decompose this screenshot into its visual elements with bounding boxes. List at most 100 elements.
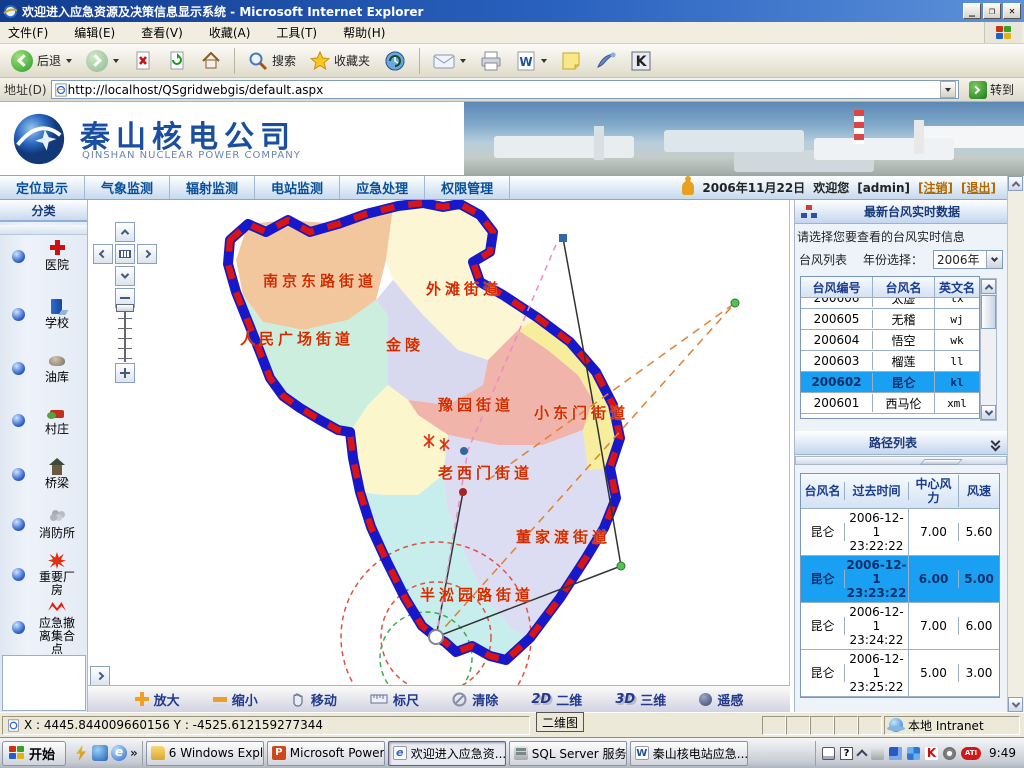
edit-dropdown-icon[interactable] <box>541 59 547 63</box>
menu-edit[interactable]: 编辑(E) <box>74 24 115 41</box>
exit-link[interactable]: [退出] <box>961 179 996 196</box>
menu-file[interactable]: 文件(F) <box>8 24 48 41</box>
tab-permission-mgmt[interactable]: 权限管理 <box>425 176 510 199</box>
typhoon-row[interactable]: 200606太虚tx <box>801 298 979 309</box>
tray-sql-icon[interactable] <box>871 747 884 760</box>
district-map[interactable] <box>88 200 790 685</box>
task-sql-server[interactable]: SQL Server 服务... <box>509 741 627 766</box>
logout-link[interactable]: [注销] <box>918 179 953 196</box>
refresh-button[interactable] <box>162 49 192 73</box>
scroll-thumb[interactable] <box>981 295 996 329</box>
home-button[interactable] <box>196 49 226 73</box>
quicklaunch-overflow-icon[interactable]: » <box>130 746 138 760</box>
go-button[interactable]: 转到 <box>963 80 1020 100</box>
sidebar-item-hospital[interactable]: 医院 <box>0 240 88 272</box>
tab-radiation-monitor[interactable]: 辐射监测 <box>170 176 255 199</box>
map-remote-sensing-tool[interactable]: 遥感 <box>699 690 743 709</box>
typhoon-row[interactable]: 200603榴莲ll <box>801 351 979 372</box>
map-3d-tool[interactable]: 3D三维 <box>615 690 666 709</box>
tab-location-display[interactable]: 定位显示 <box>0 176 85 199</box>
year-select[interactable]: 2006年 <box>933 250 1003 269</box>
tray-grid-icon[interactable] <box>907 747 920 760</box>
menu-tools[interactable]: 工具(T) <box>276 24 317 41</box>
history-button[interactable] <box>379 48 411 74</box>
keyboard-layout-icon[interactable] <box>822 747 835 760</box>
tray-ring-icon[interactable] <box>943 747 956 760</box>
map-zoom-out-tool[interactable]: 缩小 <box>213 690 258 709</box>
restore-button[interactable]: ❐ <box>983 3 1001 19</box>
stop-button[interactable] <box>128 49 158 73</box>
forward-dropdown-icon[interactable] <box>113 59 119 63</box>
forward-button[interactable] <box>81 48 124 74</box>
mail-button[interactable] <box>428 50 471 72</box>
tray-expand-icon[interactable] <box>856 749 867 760</box>
path-row[interactable]: 昆仑2006-12-1 23:24:227.006.00 <box>801 603 999 650</box>
search-button[interactable]: 搜索 <box>243 49 301 73</box>
favorites-button[interactable]: 收藏夹 <box>305 49 375 73</box>
print-button[interactable] <box>475 49 507 73</box>
pan-left-button[interactable] <box>93 244 113 264</box>
collapse-chevron-icon[interactable] <box>991 438 999 448</box>
sidebar-item-bridge[interactable]: 桥梁 <box>0 458 88 490</box>
menu-favorites[interactable]: 收藏(A) <box>209 24 251 41</box>
map-2d-tool[interactable]: 2D二维 <box>531 690 582 709</box>
map-clear-tool[interactable]: 清除 <box>452 690 498 709</box>
sidebar-item-school[interactable]: 学校 <box>0 298 88 330</box>
page-scrollbar[interactable] <box>1007 176 1024 712</box>
menu-help[interactable]: 帮助(H) <box>343 24 385 41</box>
task-powerpoint[interactable]: P Microsoft PowerP... <box>267 741 385 766</box>
path-row[interactable]: 昆仑2006-12-1 23:22:227.005.60 <box>801 509 999 556</box>
pan-right-button[interactable] <box>137 244 157 264</box>
path-row[interactable]: 昆仑2006-12-1 23:25:225.003.00 <box>801 650 999 697</box>
typhoon-row[interactable]: 200601西马伦xml <box>801 393 979 414</box>
sidebar-item-village[interactable]: 村庄 <box>0 404 88 436</box>
tab-station-monitor[interactable]: 电站监测 <box>255 176 340 199</box>
address-input[interactable] <box>68 83 940 97</box>
sidebar-item-evacuation-point[interactable]: 应急撤离集合点 <box>0 598 88 656</box>
quicklaunch-ie-icon[interactable]: e <box>111 745 127 761</box>
address-dropdown-button[interactable] <box>940 81 956 98</box>
messenger-button[interactable] <box>590 49 622 73</box>
start-button[interactable]: 开始 <box>2 741 66 766</box>
typhoon-row[interactable]: 200605无稽wj <box>801 309 979 330</box>
task-ie-current[interactable]: e 欢迎进入应急资... <box>388 741 506 766</box>
zoom-slider-handle[interactable] <box>116 304 134 312</box>
sidebar-item-oil-depot[interactable]: 油库 <box>0 352 88 384</box>
minimize-button[interactable]: _ <box>963 3 981 19</box>
typhoon-row[interactable]: 200602昆仑kl <box>801 372 979 393</box>
k-app-button[interactable]: K <box>626 49 656 73</box>
back-button[interactable]: 后退 <box>6 48 77 74</box>
page-scroll-up[interactable] <box>1008 176 1023 191</box>
pan-down-button[interactable] <box>115 266 135 286</box>
quicklaunch-icon-2[interactable] <box>92 745 108 761</box>
tab-emergency-handling[interactable]: 应急处理 <box>340 176 425 199</box>
sidebar-item-fire-station[interactable]: 消防所 <box>0 508 88 540</box>
full-extent-button[interactable] <box>115 244 135 264</box>
tray-ati-icon[interactable]: ATI <box>961 747 981 760</box>
tray-kaspersky-icon[interactable]: K <box>925 747 938 760</box>
panel-splitter[interactable] <box>795 456 1007 465</box>
expand-panel-button[interactable] <box>90 666 110 686</box>
page-scroll-down[interactable] <box>1008 697 1023 712</box>
scroll-down-button[interactable] <box>981 405 996 420</box>
map-ruler-tool[interactable]: 标尺 <box>370 690 419 709</box>
typhoon-row[interactable]: 200604悟空wk <box>801 330 979 351</box>
path-list-header[interactable]: 路径列表 <box>795 431 1007 455</box>
typhoon-table-scrollbar[interactable] <box>980 278 997 421</box>
task-windows-explorer[interactable]: 6 Windows Expl... <box>146 741 264 766</box>
scroll-up-button[interactable] <box>981 279 996 294</box>
path-row[interactable]: 昆仑2006-12-1 23:23:226.005.00 <box>801 556 999 603</box>
notes-button[interactable] <box>556 49 586 73</box>
menu-view[interactable]: 查看(V) <box>141 24 183 41</box>
sidebar-item-important-plant[interactable]: 重要厂房 <box>0 552 88 597</box>
tray-network-icon[interactable] <box>889 747 902 760</box>
pan-up-button[interactable] <box>115 222 135 242</box>
help-tray-icon[interactable]: ? <box>840 747 853 760</box>
mail-dropdown-icon[interactable] <box>460 59 466 63</box>
map-pan-tool[interactable]: 移动 <box>291 690 337 709</box>
year-dropdown-button[interactable] <box>986 251 1002 268</box>
close-button[interactable]: ✕ <box>1003 3 1021 19</box>
tab-weather-monitor[interactable]: 气象监测 <box>85 176 170 199</box>
map-zoom-in-tool[interactable]: 放大 <box>135 690 180 709</box>
zoom-in-button[interactable] <box>115 363 135 383</box>
